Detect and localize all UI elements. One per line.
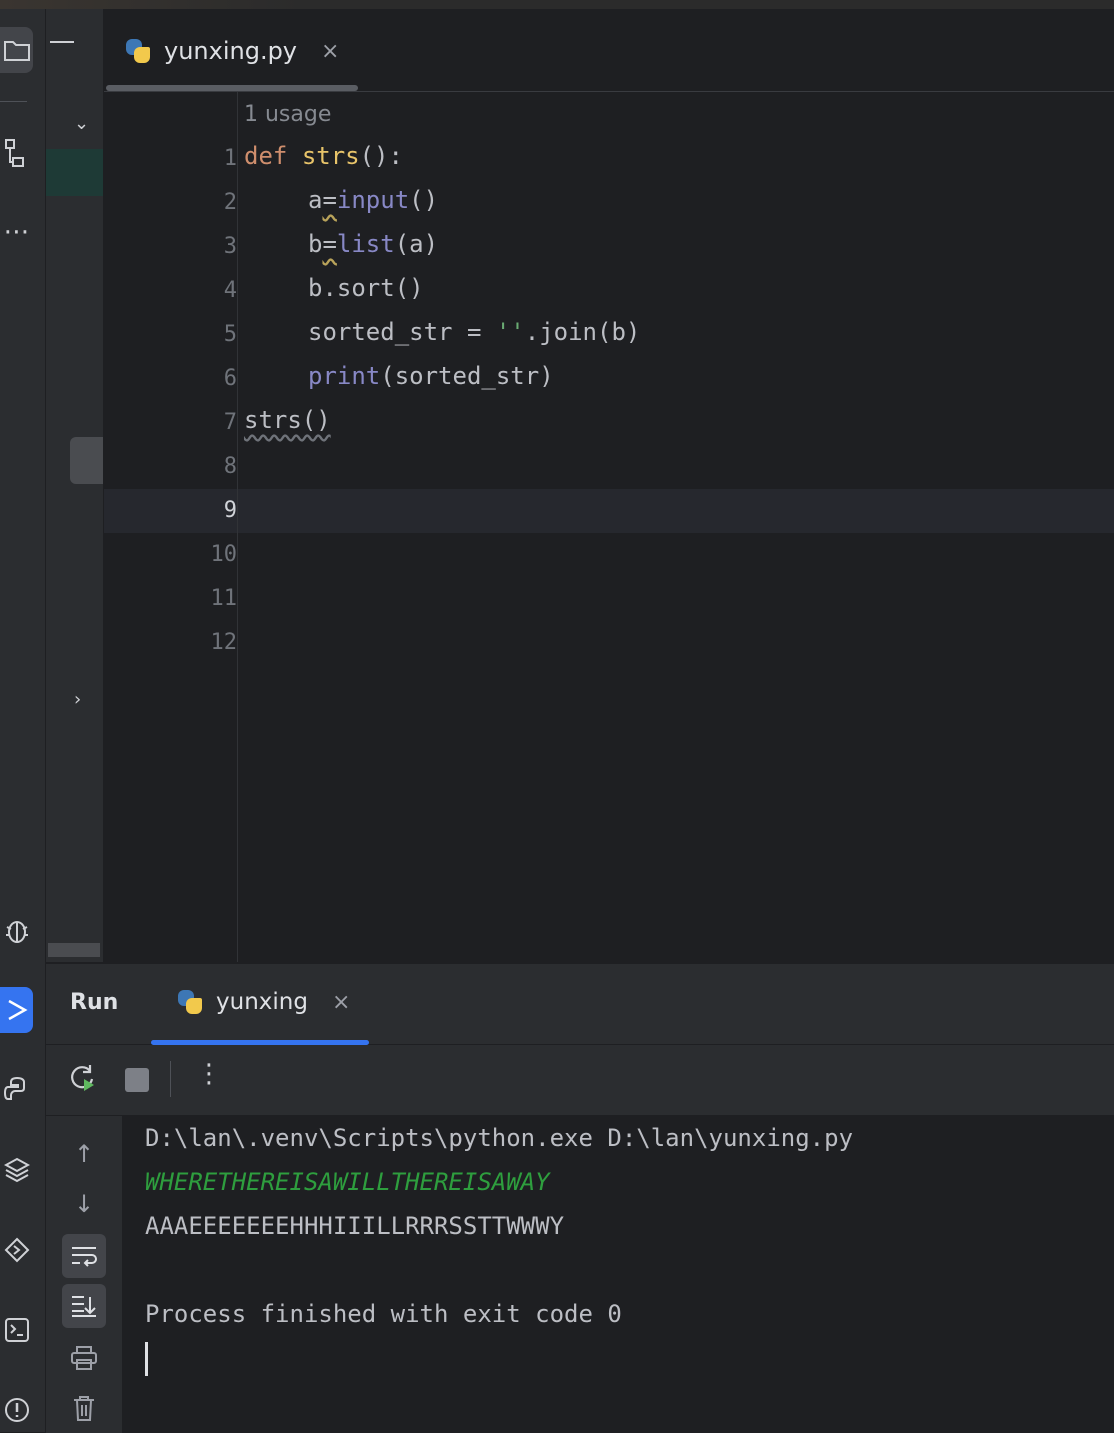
bug-icon[interactable] xyxy=(0,907,33,953)
python-console-icon[interactable] xyxy=(0,1067,33,1113)
arrow-up-icon[interactable]: ↑ xyxy=(62,1132,106,1176)
run-tab-title: yunxing xyxy=(216,989,308,1015)
run-panel-title: Run xyxy=(70,990,119,1015)
stop-icon[interactable] xyxy=(125,1068,149,1092)
tree-scroll-knob[interactable] xyxy=(70,437,103,484)
left-tool-strip: ⋯ xyxy=(0,9,46,1432)
line-number: 1 xyxy=(223,146,237,171)
services-icon[interactable] xyxy=(0,1227,33,1273)
run-icon[interactable] xyxy=(0,987,33,1033)
line-number: 6 xyxy=(223,366,237,391)
terminal-icon[interactable] xyxy=(0,1307,33,1353)
print-icon[interactable] xyxy=(62,1336,106,1380)
run-console-output[interactable]: D:\lan\.venv\Scripts\python.exe D:\lan\y… xyxy=(123,1116,1114,1433)
tool-separator xyxy=(0,101,27,102)
chevron-down-icon[interactable]: ⌄ xyxy=(74,113,89,134)
line-number-current: 9 xyxy=(223,498,237,523)
collapse-icon[interactable] xyxy=(50,41,74,43)
code-line-4: b.sort() xyxy=(308,274,424,302)
scroll-to-end-icon[interactable] xyxy=(62,1284,106,1328)
horizontal-scrollbar[interactable] xyxy=(48,943,100,957)
editor-tab-bar: yunxing.py × xyxy=(104,9,1114,92)
code-line-2: a=input() xyxy=(308,186,439,214)
console-exit-message: Process finished with exit code 0 xyxy=(145,1300,622,1328)
more-icon[interactable]: ⋯ xyxy=(0,209,33,255)
tab-title: yunxing.py xyxy=(164,37,298,65)
current-line-highlight xyxy=(104,489,1114,533)
console-program-output: AAAEEEEEEEHHHIIILLRRRSSTTWWWY xyxy=(145,1212,565,1240)
run-tab-yunxing[interactable]: yunxing × xyxy=(176,988,350,1016)
folder-icon[interactable] xyxy=(0,27,33,73)
arrow-down-icon[interactable]: ↓ xyxy=(62,1182,106,1226)
line-number: 12 xyxy=(210,630,238,655)
run-toolbar: ⋮ xyxy=(46,1045,1114,1116)
structure-icon[interactable] xyxy=(0,131,33,177)
line-number: 4 xyxy=(223,278,237,303)
close-icon[interactable]: × xyxy=(332,990,350,1015)
gutter-border xyxy=(237,92,238,962)
console-command-line: D:\lan\.venv\Scripts\python.exe D:\lan\y… xyxy=(145,1124,854,1152)
chevron-right-icon[interactable]: › xyxy=(74,689,81,710)
project-panel-strip: ⌄ › xyxy=(46,9,104,962)
kebab-icon[interactable]: ⋮ xyxy=(196,1059,222,1089)
trash-icon[interactable] xyxy=(62,1386,106,1430)
code-line-3: b=list(a) xyxy=(308,230,439,258)
run-tool-window: Run yunxing × ⋮ ↑ ↓ D:\lan\.venv\Scripts… xyxy=(46,963,1114,1433)
close-icon[interactable]: × xyxy=(321,39,339,64)
line-number: 11 xyxy=(210,586,238,611)
window-top-strip xyxy=(0,0,1114,9)
line-number: 5 xyxy=(223,322,237,347)
code-editor[interactable]: 1 2 3 4 5 6 7 8 9 10 11 12 1 usage def s… xyxy=(104,92,1114,962)
python-file-icon xyxy=(124,37,152,65)
rerun-icon[interactable] xyxy=(68,1063,98,1100)
console-side-toolbar: ↑ ↓ xyxy=(46,1116,123,1433)
line-number-gutter: 1 2 3 4 5 6 7 8 9 10 11 12 xyxy=(104,92,238,962)
line-number: 3 xyxy=(223,234,237,259)
line-number: 8 xyxy=(223,454,237,479)
toolbar-separator xyxy=(170,1061,171,1097)
python-file-icon xyxy=(176,988,204,1016)
code-line-7: strs() xyxy=(244,406,331,434)
code-line-1: def strs(): xyxy=(244,142,403,170)
line-number: 2 xyxy=(223,190,237,215)
layers-icon[interactable] xyxy=(0,1147,33,1193)
selected-tree-row[interactable] xyxy=(46,149,103,196)
usage-hint[interactable]: 1 usage xyxy=(244,102,331,127)
tab-underline xyxy=(106,85,358,91)
line-number: 7 xyxy=(223,410,237,435)
console-caret xyxy=(145,1342,148,1376)
run-header: Run yunxing × xyxy=(46,964,1114,1045)
code-line-5: sorted_str = ''.join(b) xyxy=(308,318,641,346)
console-user-input: WHERETHEREISAWILLTHEREISAWAY xyxy=(145,1168,550,1196)
soft-wrap-icon[interactable] xyxy=(62,1234,106,1278)
line-number: 10 xyxy=(210,542,238,567)
tab-yunxing-py[interactable]: yunxing.py × xyxy=(124,31,339,71)
code-line-6: print(sorted_str) xyxy=(308,362,554,390)
problems-icon[interactable] xyxy=(0,1387,33,1433)
